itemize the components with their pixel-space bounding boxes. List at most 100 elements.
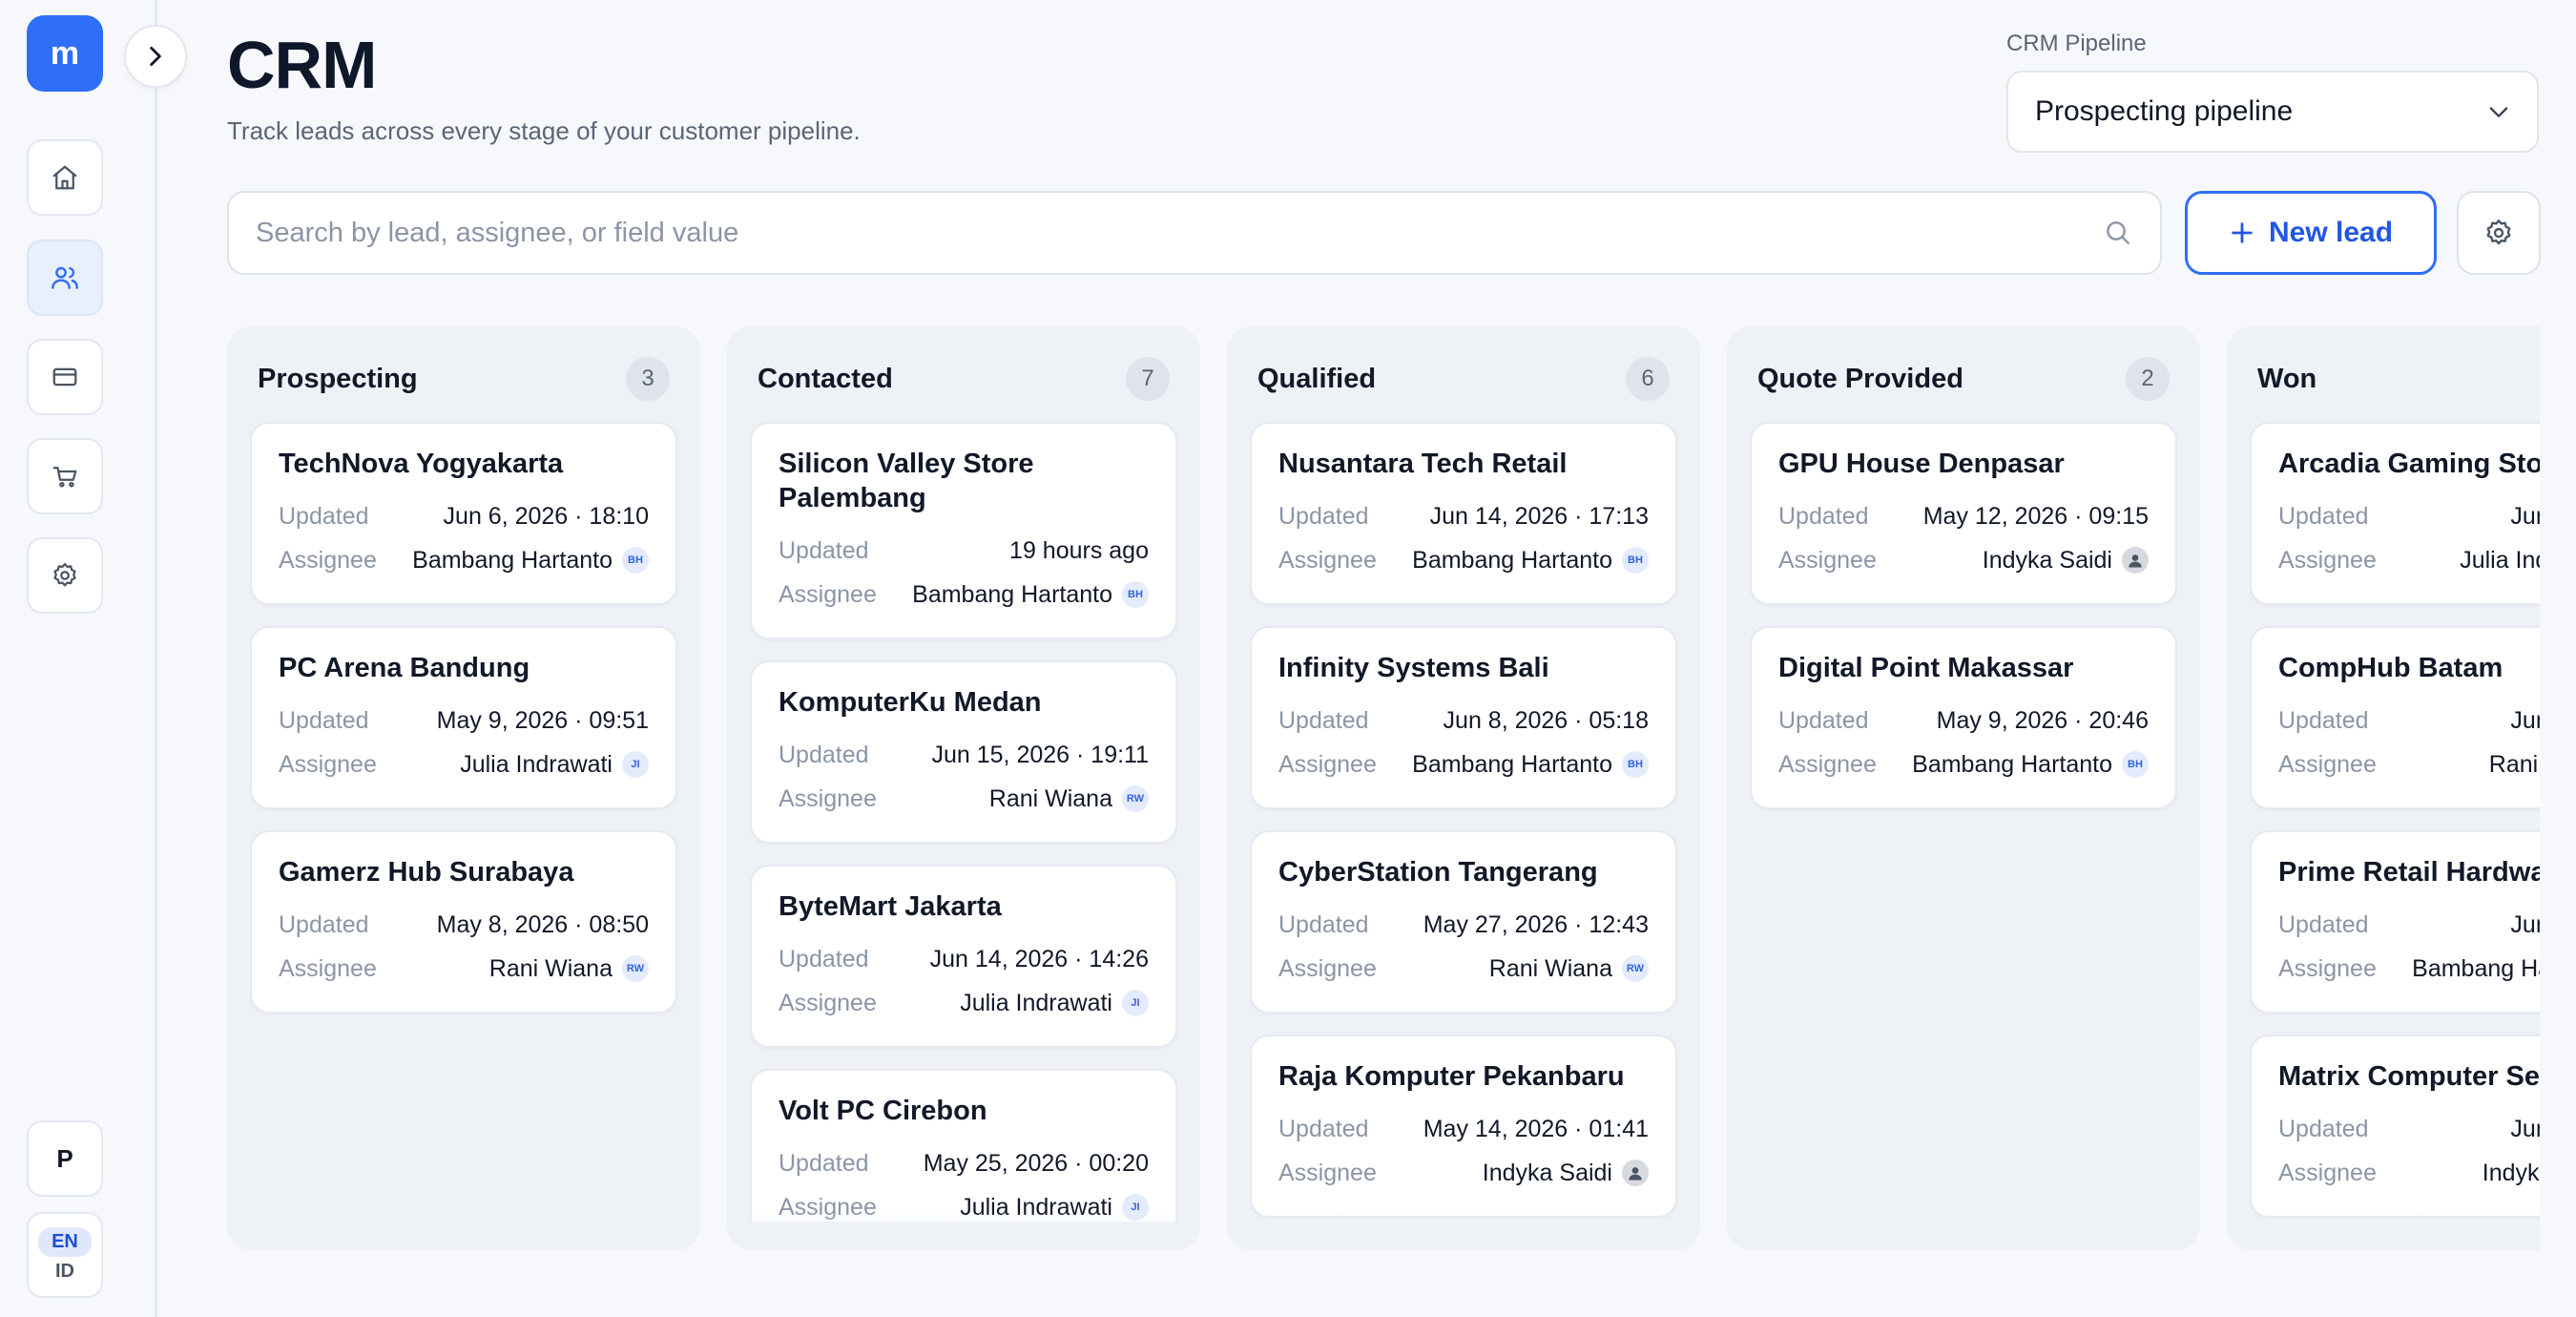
assignee-value: Bambang HartantoBH (1912, 751, 2149, 779)
pipeline-select[interactable]: Prospecting pipeline (2006, 71, 2539, 153)
column-prospecting: Prospecting 3 TechNova Yogyakarta Updated Ju… (227, 326, 700, 1250)
profile-button[interactable]: P (27, 1120, 103, 1197)
updated-label: Updated (2278, 502, 2369, 530)
lead-card[interactable]: TechNova Yogyakarta Updated Jun 6, 2026 · … (250, 422, 677, 605)
avatar: BH (1622, 751, 1649, 778)
avatar (1622, 1160, 1649, 1186)
sidebar-item-users[interactable] (27, 240, 103, 316)
updated-row: Updated May 14, 2026 · 01:41 (1278, 1107, 1649, 1151)
assignee-value: Bambang HartantoBH (1412, 547, 1649, 575)
assignee-row: Assignee Bambang Hartanto BH (1278, 538, 1649, 582)
sidebar-item-store[interactable] (27, 438, 103, 514)
updated-row: Updated Jun 14, 2026 · 14:26 (779, 937, 1149, 981)
assignee-name: Bambang Hartanto (912, 580, 1112, 608)
updated-label: Updated (1778, 502, 1869, 530)
lead-card[interactable]: GPU House Denpasar Updated May 12, 2026 · … (1750, 422, 2177, 605)
sidebar-item-billing[interactable] (27, 339, 103, 415)
updated-row: Updated Jun 8, 2026 · 05:18 (1278, 699, 1649, 742)
assignee-row: Assignee Julia IndrawatiJI (2278, 538, 2540, 582)
assignee-name: Rani Wiana (988, 784, 1112, 812)
app-logo[interactable]: m (27, 15, 103, 92)
lead-card[interactable]: Gamerz Hub Surabaya Updated May 8, 2026 · … (250, 830, 677, 1014)
avatar: RW (622, 955, 649, 982)
lead-title: Volt PC Cirebon (779, 1096, 987, 1126)
lead-card[interactable]: CompHub Batam Updated Jun 15, 2026 Assignee… (2250, 626, 2540, 809)
sidebar-item-settings[interactable] (27, 537, 103, 614)
board-settings-button[interactable] (2457, 191, 2541, 275)
sidebar-item-home[interactable] (27, 139, 103, 216)
updated-row: Updated Jun 15, 2026 (2278, 1107, 2540, 1151)
language-switch[interactable]: EN ID (27, 1212, 103, 1298)
assignee-row: Assignee Bambang Hartanto BH (1278, 742, 1649, 786)
user-photo-icon (2129, 554, 2142, 568)
assignee-value: Rani Wiana RW (989, 785, 1149, 813)
assignee-label: Assignee (2278, 546, 2377, 574)
lead-title: Digital Point Makassar (1778, 653, 2074, 683)
lead-card[interactable]: Volt PC Cirebon Updated May 25, 2026 · 00:… (750, 1069, 1177, 1222)
updated-value: May 12, 2026 · 09:15 (1922, 502, 2149, 530)
assignee-label: Assignee (779, 580, 877, 608)
lead-card[interactable]: Matrix Computer Service Updated Jun 15, 20… (2250, 1035, 2540, 1218)
updated-label: Updated (1278, 1115, 1369, 1142)
lead-card[interactable]: Arcadia Gaming Store Updated Jun 15, 2026 A… (2250, 422, 2540, 605)
lead-card[interactable]: ByteMart Jakarta Updated Jun 14, 2026 · 14… (750, 865, 1177, 1048)
lead-card[interactable]: Raja Komputer Pekanbaru Updated May 14, 20… (1250, 1035, 1677, 1218)
assignee-row: Assignee Rani Wiana RW (1278, 947, 1649, 991)
kanban-board: Prospecting 3 TechNova Yogyakarta Updated Ju… (227, 326, 2540, 1252)
lead-card[interactable]: Prime Retail Hardware Updated Jun 15, 2026… (2250, 830, 2540, 1014)
updated-row: Updated May 25, 2026 · 00:20 (779, 1141, 1149, 1185)
lead-title: Gamerz Hub Surabaya (279, 857, 574, 888)
column-header: Qualified 6 (1257, 355, 1670, 403)
lead-card[interactable]: CyberStation Tangerang Updated May 27, 202… (1250, 830, 1677, 1014)
lead-card[interactable]: Infinity Systems Bali Updated Jun 8, 2026 … (1250, 626, 1677, 809)
column-header: Prospecting 3 (258, 355, 670, 403)
search-icon[interactable] (2103, 218, 2133, 248)
updated-value: May 25, 2026 · 00:20 (923, 1149, 1149, 1177)
page-title: CRM (227, 28, 377, 102)
column-count-badge: 3 (626, 357, 670, 401)
assignee-row: Assignee Indyka Saidi (2278, 1151, 2540, 1195)
assignee-name: Bambang Hartanto (1412, 750, 1612, 778)
shopping-cart-icon (52, 467, 77, 488)
chevron-down-icon (2489, 107, 2508, 117)
lead-card[interactable]: Nusantara Tech Retail Updated Jun 14, 2026… (1250, 422, 1677, 605)
lead-card[interactable]: Silicon Valley Store Palembang Updated 19 … (750, 422, 1177, 639)
assignee-row: Assignee Indyka Saidi (1778, 538, 2149, 582)
column-title: Won (2257, 363, 2317, 394)
lead-title: CompHub Batam (2278, 653, 2503, 683)
assignee-label: Assignee (2278, 954, 2377, 982)
column-header: Won (2257, 355, 2540, 403)
updated-row: Updated May 9, 2026 · 09:51 (279, 699, 649, 742)
updated-value: Jun 15, 2026 (2510, 706, 2540, 734)
assignee-label: Assignee (1778, 546, 1877, 574)
updated-label: Updated (279, 502, 369, 530)
lead-title: Prime Retail Hardware (2278, 857, 2540, 888)
updated-value: Jun 14, 2026 · 17:13 (1429, 502, 1649, 530)
language-option-en[interactable]: EN (38, 1227, 92, 1257)
column-fade (1227, 1212, 1700, 1250)
lead-card[interactable]: Digital Point Makassar Updated May 9, 2026… (1750, 626, 2177, 809)
lead-title: Silicon Valley Store Palembang (779, 449, 1034, 513)
assignee-name: Rani Wiana (2488, 750, 2540, 778)
updated-label: Updated (2278, 706, 2369, 734)
assignee-name: Bambang Hartanto (412, 546, 613, 574)
assignee-name: Julia Indrawati (460, 750, 613, 778)
sidebar-expand-button[interactable] (124, 25, 187, 88)
search-box[interactable] (227, 191, 2162, 275)
assignee-value: Julia Indrawati JI (960, 990, 1149, 1017)
lead-title: Raja Komputer Pekanbaru (1278, 1061, 1625, 1092)
avatar: JI (622, 751, 649, 778)
lead-card[interactable]: PC Arena Bandung Updated May 9, 2026 · 09:… (250, 626, 677, 809)
assignee-label: Assignee (279, 750, 377, 778)
assignee-label: Assignee (279, 954, 377, 982)
assignee-name: Bambang Hartanto (2412, 954, 2540, 982)
column-fade (727, 1212, 1200, 1250)
assignee-name: Rani Wiana (1488, 954, 1612, 982)
search-input[interactable] (256, 217, 2103, 249)
new-lead-button[interactable]: New lead (2185, 191, 2437, 275)
updated-row: Updated Jun 15, 2026 · 19:11 (779, 733, 1149, 777)
assignee-value: Bambang HartantoBH (2412, 955, 2540, 983)
lead-card[interactable]: KomputerKu Medan Updated Jun 15, 2026 · 19… (750, 660, 1177, 844)
language-option-id[interactable]: ID (55, 1261, 74, 1283)
updated-row: Updated Jun 14, 2026 · 17:13 (1278, 494, 1649, 538)
